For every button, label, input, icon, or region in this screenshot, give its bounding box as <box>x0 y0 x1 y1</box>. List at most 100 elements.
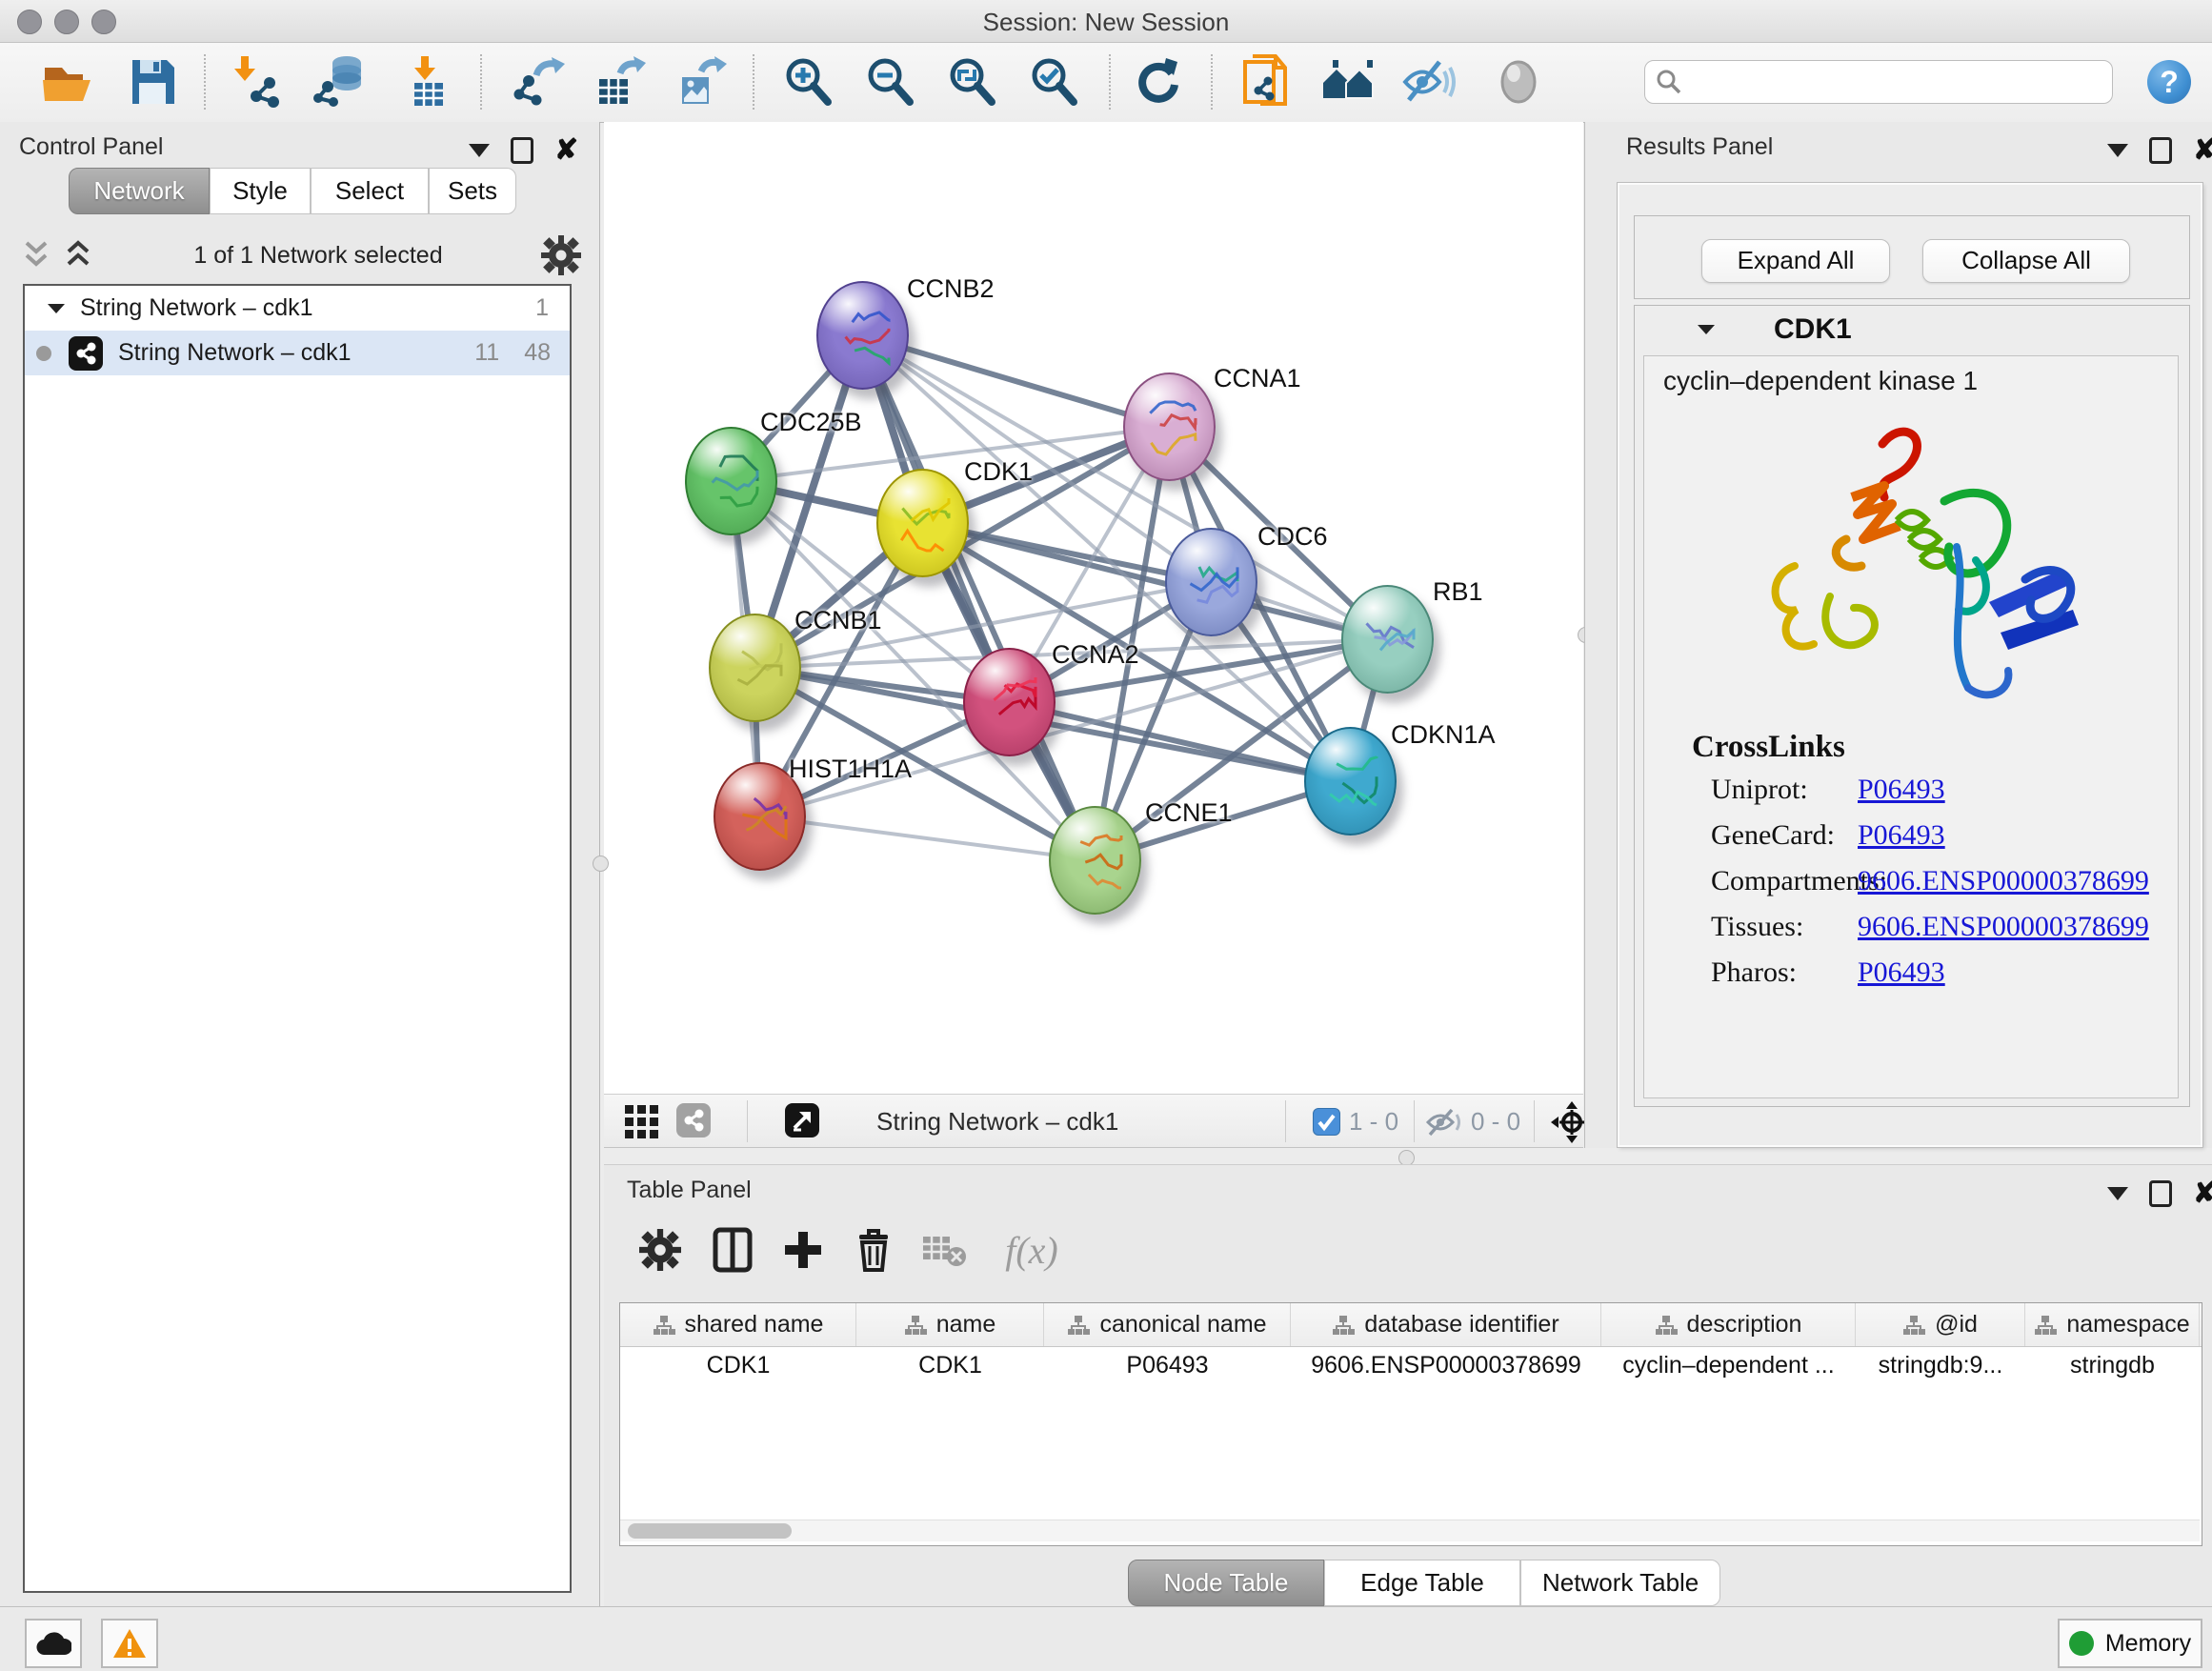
crosslink-link[interactable]: P06493 <box>1858 774 1945 806</box>
add-column-icon[interactable] <box>774 1220 833 1279</box>
result-description: cyclin–dependent kinase 1 <box>1663 366 1978 396</box>
node-label-CCNA1: CCNA1 <box>1214 364 1301 393</box>
cloud-status-button[interactable] <box>25 1619 82 1668</box>
zoom-out-icon[interactable] <box>858 50 921 113</box>
expand-all-button[interactable]: Expand All <box>1701 239 1890 283</box>
cloud-icon <box>35 1630 71 1657</box>
toolbar-separator <box>1211 54 1213 110</box>
panel-collapse-icon[interactable] <box>2107 1187 2128 1200</box>
column-header-shared-name[interactable]: shared name <box>620 1303 856 1346</box>
zoom-selected-icon[interactable] <box>1022 50 1085 113</box>
search-field[interactable] <box>1644 60 2113 104</box>
tab-sets[interactable]: Sets <box>429 168 516 214</box>
collapse-all-icon[interactable] <box>19 239 53 272</box>
column-header-namespace[interactable]: namespace <box>2025 1303 2200 1346</box>
show-columns-icon[interactable] <box>703 1220 762 1279</box>
export-network-icon[interactable] <box>508 50 571 113</box>
search-input[interactable] <box>1683 68 2097 96</box>
tab-network-table[interactable]: Network Table <box>1520 1560 1720 1606</box>
network-view-icon[interactable] <box>676 1103 711 1137</box>
results-panel-title: Results Panel <box>1626 133 1773 161</box>
node-result-header[interactable]: CDK1 <box>1635 306 2189 353</box>
panel-close-icon[interactable]: ✘ <box>2193 140 2212 161</box>
column-header-@id[interactable]: @id <box>1856 1303 2025 1346</box>
card-expander-icon[interactable] <box>1696 321 1717 338</box>
network-row[interactable]: String Network – cdk1 11 48 <box>25 331 570 375</box>
network-canvas[interactable]: CCNB2CCNA1CDC25BCDK1CDC6RB1CCNB1CCNA2CDK… <box>604 122 1583 1094</box>
open-in-window-icon[interactable] <box>785 1103 819 1137</box>
export-image-icon[interactable] <box>669 50 732 113</box>
grid-view-icon[interactable] <box>625 1105 663 1139</box>
crosslink-link[interactable]: P06493 <box>1858 956 1945 989</box>
warnings-button[interactable] <box>101 1619 158 1668</box>
tab-network[interactable]: Network <box>69 168 210 214</box>
table-row[interactable]: CDK1CDK1P064939606.ENSP00000378699cyclin… <box>620 1347 2202 1383</box>
column-header-database-identifier[interactable]: database identifier <box>1291 1303 1601 1346</box>
column-header-name[interactable]: name <box>856 1303 1044 1346</box>
network-view-toolbar: String Network – cdk1 1 - 0 0 - 0 <box>604 1094 1583 1148</box>
crosslink-link[interactable]: 9606.ENSP00000378699 <box>1858 865 2149 897</box>
table-panel: Table Panel ✘ f(x) shared namenamecanoni… <box>604 1164 2212 1606</box>
tree-expander-icon[interactable] <box>46 300 67 317</box>
import-table-from-file-icon[interactable] <box>397 50 460 113</box>
open-session-icon[interactable] <box>35 50 98 113</box>
network-options-gear-icon[interactable] <box>541 235 581 275</box>
refresh-view-icon[interactable] <box>1126 50 1189 113</box>
import-network-from-file-icon[interactable] <box>226 50 289 113</box>
collapse-all-button[interactable]: Collapse All <box>1922 239 2130 283</box>
panel-float-icon[interactable] <box>2149 137 2172 164</box>
network-label: String Network – cdk1 <box>118 339 474 367</box>
table-options-gear-icon[interactable] <box>631 1220 690 1279</box>
network-node-CDK1[interactable] <box>876 469 969 577</box>
tab-select[interactable]: Select <box>311 168 429 214</box>
network-node-CCNB1[interactable] <box>709 614 801 722</box>
help-icon[interactable]: ? <box>2147 60 2191 104</box>
column-header-description[interactable]: description <box>1601 1303 1856 1346</box>
home-icon[interactable] <box>1317 50 1380 113</box>
node-count: 11 <box>474 339 499 367</box>
crosslink-link[interactable]: 9606.ENSP00000378699 <box>1858 911 2149 943</box>
document-network-icon[interactable] <box>1236 50 1298 113</box>
left-splitter-handle[interactable] <box>593 856 609 872</box>
tab-node-table[interactable]: Node Table <box>1128 1560 1324 1606</box>
protein-structure-image <box>1739 406 2082 730</box>
panel-close-icon[interactable]: ✘ <box>2193 1183 2212 1204</box>
import-network-from-database-icon[interactable] <box>309 50 372 113</box>
panel-float-icon[interactable] <box>511 137 533 164</box>
network-node-CDC6[interactable] <box>1165 528 1257 636</box>
tab-edge-table[interactable]: Edge Table <box>1324 1560 1520 1606</box>
collection-count: 1 <box>535 294 549 322</box>
search-icon <box>1655 68 1683 96</box>
network-node-CCNA1[interactable] <box>1123 372 1216 481</box>
network-node-CCNE1[interactable] <box>1049 806 1141 915</box>
export-table-icon[interactable] <box>588 50 651 113</box>
panel-collapse-icon[interactable] <box>2107 144 2128 157</box>
table-horizontal-scrollbar[interactable] <box>620 1520 2200 1541</box>
hide-eye-icon[interactable] <box>1398 50 1460 113</box>
network-node-RB1[interactable] <box>1341 585 1434 694</box>
toolbar-separator <box>1109 54 1111 110</box>
column-header-canonical-name[interactable]: canonical name <box>1044 1303 1291 1346</box>
selected-checkbox-icon[interactable] <box>1313 1108 1340 1136</box>
crosslink-link[interactable]: P06493 <box>1858 819 1945 852</box>
delete-table-icon <box>915 1220 974 1279</box>
memory-button[interactable]: Memory <box>2058 1619 2202 1668</box>
network-node-CCNA2[interactable] <box>963 648 1056 756</box>
network-collection-row[interactable]: String Network – cdk1 1 <box>25 286 570 331</box>
panel-float-icon[interactable] <box>2149 1180 2172 1207</box>
network-node-CDC25B[interactable] <box>685 427 777 535</box>
scrollbar-thumb[interactable] <box>628 1523 792 1539</box>
delete-column-icon[interactable] <box>844 1220 903 1279</box>
table-tabs: Node TableEdge TableNetwork Table <box>1128 1560 1720 1606</box>
result-gene-name: CDK1 <box>1774 313 1852 346</box>
zoom-in-icon[interactable] <box>776 50 839 113</box>
save-session-icon[interactable] <box>121 50 184 113</box>
tab-style[interactable]: Style <box>210 168 311 214</box>
expand-all-icon[interactable] <box>61 239 95 272</box>
panel-collapse-icon[interactable] <box>469 144 490 157</box>
network-node-CCNB2[interactable] <box>816 281 909 390</box>
inactive-eye-icon[interactable] <box>1487 50 1550 113</box>
panel-close-icon[interactable]: ✘ <box>554 140 578 161</box>
zoom-fit-icon[interactable] <box>940 50 1003 113</box>
network-node-CDKN1A[interactable] <box>1304 727 1397 836</box>
